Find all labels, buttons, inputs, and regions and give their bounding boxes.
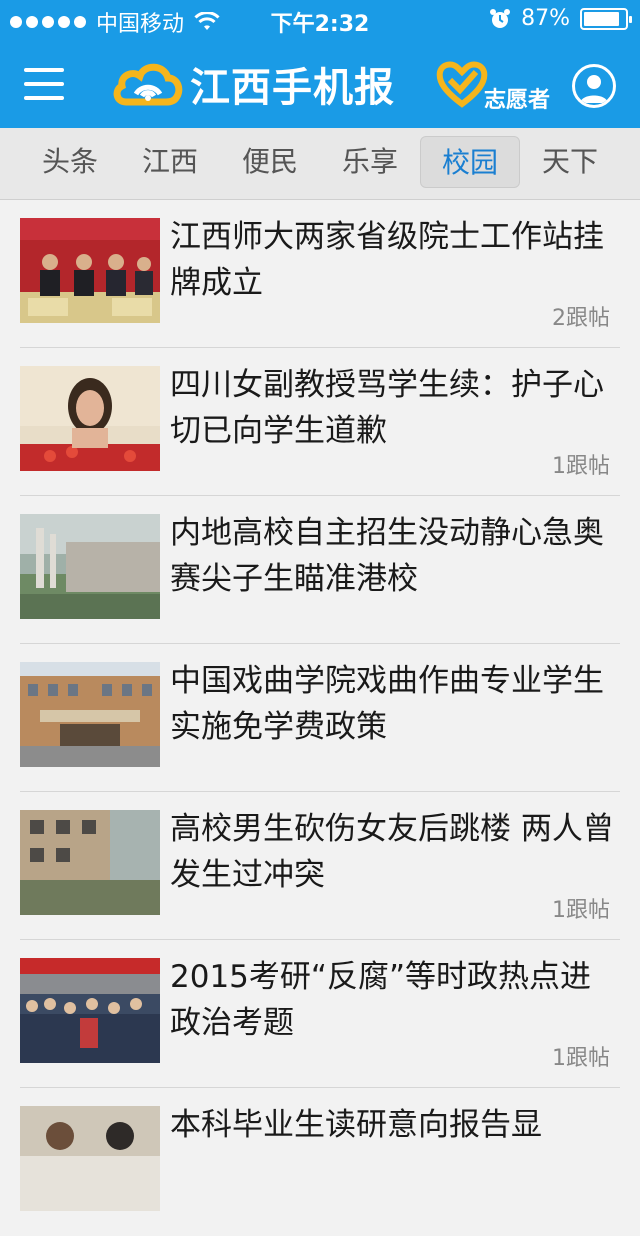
comment-count: 1跟帖 (552, 898, 610, 923)
comment-count: 2跟帖 (552, 306, 610, 331)
battery-icon (580, 7, 632, 30)
news-item[interactable]: 四川女副教授骂学生续：护子心切已向学生道歉 1跟帖 (0, 348, 640, 496)
status-bar: 中国移动 下午2:32 87% (0, 0, 640, 40)
comment-count: 1跟帖 (552, 1046, 610, 1071)
comment-count: 1跟帖 (552, 454, 610, 479)
user-icon (580, 75, 608, 103)
tab-convenience[interactable]: 便民 (220, 136, 320, 188)
news-title: 本科毕业生读研意向报告显 (170, 1107, 542, 1143)
news-thumbnail (20, 366, 160, 471)
news-thumbnail (20, 1106, 160, 1211)
nav-bar: 江西手机报 志愿者 (0, 40, 640, 128)
cloud-signal-logo-icon (113, 63, 183, 106)
menu-icon (24, 68, 64, 72)
news-thumbnail (20, 218, 160, 323)
tab-campus[interactable]: 校园 (420, 136, 520, 188)
news-title: 2015考研“反腐”等时政热点进政治考题 (170, 959, 592, 1041)
news-item[interactable]: 本科毕业生读研意向报告显 (0, 1088, 640, 1236)
news-thumbnail (20, 810, 160, 915)
tab-world[interactable]: 天下 (520, 136, 620, 188)
news-item[interactable]: 江西师大两家省级院士工作站挂牌成立 2跟帖 (0, 200, 640, 348)
news-title: 四川女副教授骂学生续：护子心切已向学生道歉 (170, 367, 604, 449)
tab-jiangxi[interactable]: 江西 (120, 136, 220, 188)
news-title: 中国戏曲学院戏曲作曲专业学生实施免学费政策 (170, 663, 604, 745)
news-item[interactable]: 中国戏曲学院戏曲作曲专业学生实施免学费政策 (0, 644, 640, 792)
category-tabs: 头条 江西 便民 乐享 校园 天下 (0, 128, 640, 200)
tab-leisure[interactable]: 乐享 (320, 136, 420, 188)
news-thumbnail (20, 662, 160, 767)
news-item[interactable]: 内地高校自主招生没动静心急奥赛尖子生瞄准港校 (0, 496, 640, 644)
news-title: 高校男生砍伤女友后跳楼 两人曾发生过冲突 (170, 811, 614, 893)
news-title: 江西师大两家省级院士工作站挂牌成立 (170, 219, 604, 301)
status-right: 87% (489, 6, 632, 31)
user-profile-button[interactable] (572, 64, 616, 108)
heart-icon (436, 61, 488, 108)
news-thumbnail (20, 958, 160, 1063)
news-thumbnail (20, 514, 160, 619)
news-title: 内地高校自主招生没动静心急奥赛尖子生瞄准港校 (170, 515, 604, 597)
app-name: 江西手机报 (190, 65, 395, 111)
volunteer-button[interactable]: 志愿者 (436, 58, 556, 114)
volunteer-label: 志愿者 (484, 88, 551, 113)
news-item[interactable]: 高校男生砍伤女友后跳楼 两人曾发生过冲突 1跟帖 (0, 792, 640, 940)
app-logo: 江西手机报 (112, 54, 395, 114)
alarm-icon (490, 8, 511, 28)
tab-headlines[interactable]: 头条 (20, 136, 120, 188)
menu-button[interactable] (24, 68, 64, 100)
news-item[interactable]: 2015考研“反腐”等时政热点进政治考题 1跟帖 (0, 940, 640, 1088)
battery-fill (584, 11, 619, 26)
battery-percent: 87% (521, 6, 570, 31)
